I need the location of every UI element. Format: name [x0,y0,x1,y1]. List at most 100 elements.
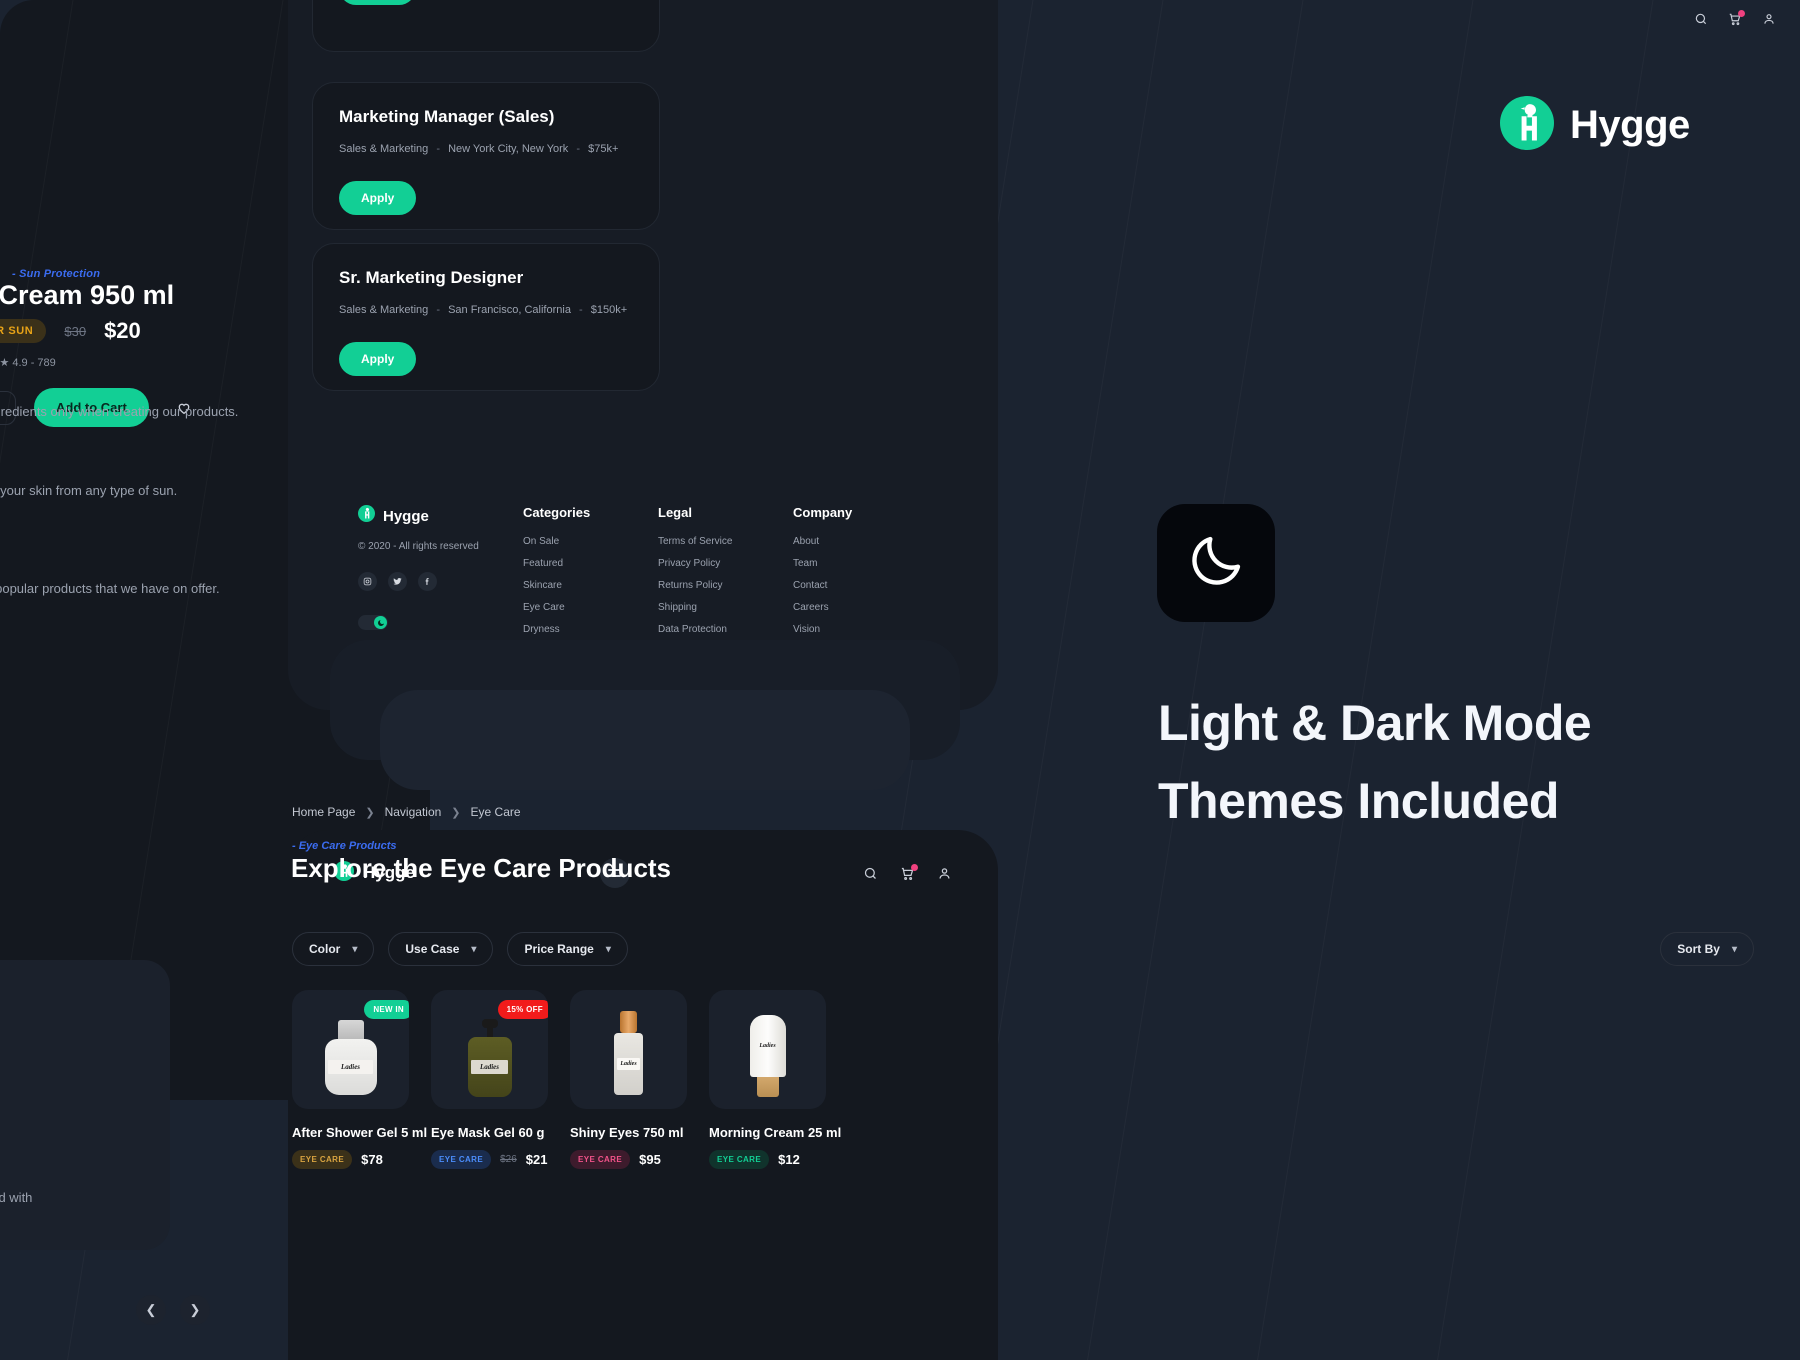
job-department: Sales & Marketing [339,304,429,316]
filter-use-case[interactable]: Use Case ▾ [388,932,494,966]
product-footer: EYE CARE $78 [292,1150,409,1169]
promo-headline: Light & Dark Mode Themes Included [1158,685,1778,840]
cart-badge-dot [911,863,918,871]
meta-separator: - [579,304,583,316]
chevron-down-icon: ▾ [471,943,477,955]
product-name: After Shower Gel 5 ml [292,1125,428,1140]
product-image: 15% OFF Ladies [431,990,548,1109]
footer-link[interactable]: Terms of Service [658,536,793,547]
chevron-right-icon[interactable]: ❯ [180,1295,210,1325]
detail-old-price: $30 [64,323,87,339]
footer-link[interactable]: Dryness [523,624,658,635]
hygge-bird-h-logo-icon [358,505,375,527]
moon-icon [1185,530,1247,597]
breadcrumb-item[interactable]: Home Page [292,805,355,819]
footer-copyright: © 2020 - All rights reserved [358,541,479,552]
apply-button[interactable]: Apply [339,181,417,215]
promo-headline-line2: Themes Included [1158,772,1559,829]
search-icon[interactable] [863,866,878,881]
job-card[interactable]: Marketing Manager (Sales) Sales & Market… [312,82,660,230]
footer-link[interactable]: Shipping [658,602,793,613]
stacked-panel-mid [380,690,910,790]
cart-icon[interactable] [900,863,918,881]
instagram-icon[interactable] [358,572,377,591]
apply-button[interactable]: Apply [339,342,417,376]
product-card[interactable]: Ladies Shiny Eyes 750 ml EYE CARE $95 [570,990,687,1169]
product-footer: EYE CARE $26 $21 [431,1150,548,1169]
breadcrumb-item[interactable]: Navigation [385,805,442,819]
product-image: Ladies [709,990,826,1109]
review-card: Sarah Clarke This is a really nice produ… [0,960,170,1250]
product-grid: NEW IN Ladies After Shower Gel 5 ml EYE … [292,990,842,1169]
filter-label: Color [309,942,341,956]
footer-link[interactable]: Careers [793,602,928,613]
job-meta: Sales & Marketing - New York City, New Y… [339,143,633,155]
job-salary: $75k+ [588,143,619,155]
product-category-pill: EYE CARE [709,1150,770,1169]
filter-label: Use Case [405,942,460,956]
job-department: Sales & Marketing [339,143,429,155]
detail-block-heading: Sun Protection [0,458,260,475]
olive-pump-bottle-art: Ladies [467,1019,512,1097]
detail-block-text: This is one of our most popular products… [0,581,220,596]
footer-column-title: Company [793,505,853,520]
filter-price-range[interactable]: Price Range ▾ [507,932,628,966]
product-card[interactable]: NEW IN Ladies After Shower Gel 5 ml EYE … [292,990,428,1169]
footer-social-links [358,572,523,591]
product-badge: NEW IN [364,1000,409,1019]
footer-link[interactable]: Data Protection [658,624,793,635]
footer-link[interactable]: Skincare [523,580,658,591]
footer-column-title: Categories [523,505,591,520]
job-card[interactable]: Sr. Marketing Designer Sales & Marketing… [312,243,660,391]
footer-link[interactable]: Contact [793,580,928,591]
shop-eyebrow: - Eye Care Products [292,840,397,852]
chevron-left-icon[interactable]: ❮ [136,1295,166,1325]
sort-by-dropdown[interactable]: Sort By ▾ [1660,932,1754,966]
promo-headline-line1: Light & Dark Mode [1158,695,1592,751]
footer-link[interactable]: On Sale [523,536,658,547]
product-image: NEW IN Ladies [292,990,409,1109]
apply-button[interactable]: Apply [339,0,417,5]
twitter-icon[interactable] [388,572,407,591]
product-name: Morning Cream 25 ml [709,1125,842,1140]
footer-link[interactable]: About [793,536,928,547]
theme-toggle-track[interactable] [358,615,388,630]
promo-logo: Hygge [1500,96,1690,155]
theme-toggle-knob [374,616,387,629]
theme-toggle[interactable] [358,615,523,630]
detail-block-text: This product will protect your skin from… [0,483,178,498]
breadcrumb-item[interactable]: Eye Care [471,805,521,819]
detail-block-text: We are using natural ingredients only wh… [0,404,239,419]
footer-link[interactable]: Eye Care [523,602,658,613]
detail-price-row: AFTER SUN $30 $20 [0,318,141,344]
footer-link[interactable]: Team [793,558,928,569]
user-icon[interactable] [937,866,952,881]
job-card[interactable]: Apply [312,0,660,52]
carousel-pager: ❮ ❯ [136,1295,210,1325]
job-title: Marketing Manager (Sales) [339,107,555,126]
product-card[interactable]: Ladies Morning Cream 25 ml EYE CARE $12 [709,990,842,1169]
product-badge: 15% OFF [497,1000,548,1019]
product-card[interactable]: 15% OFF Ladies Eye Mask Gel 60 g EYE CAR… [431,990,548,1169]
filter-bar: Color ▾ Use Case ▾ Price Range ▾ Sort By… [292,932,1754,966]
facebook-icon[interactable] [418,572,437,591]
review-text: This is a really nice product and I am r… [0,1190,33,1205]
footer-link[interactable]: Privacy Policy [658,558,793,569]
product-category-pill: EYE CARE [292,1150,353,1169]
product-price: $21 [525,1152,548,1167]
product-price: $78 [361,1152,383,1167]
footer-link[interactable]: Featured [523,558,658,569]
promo-logo-name: Hygge [1570,103,1690,147]
detail-block: Sun Protection This product will protect… [0,458,260,502]
detail-product-title: Sun Cream 950 ml [0,280,175,310]
footer-logo[interactable]: Hygge [358,505,523,527]
job-location: San Francisco, California [448,304,571,316]
footer-link[interactable]: Vision [793,624,928,635]
job-location: New York City, New York [448,143,569,155]
product-old-price: $26 [500,1154,517,1165]
footer-link[interactable]: Returns Policy [658,580,793,591]
sort-label: Sort By [1677,942,1720,956]
meta-separator: - [576,143,581,155]
detail-tag-pill: AFTER SUN [0,319,47,343]
filter-color[interactable]: Color ▾ [292,932,375,966]
